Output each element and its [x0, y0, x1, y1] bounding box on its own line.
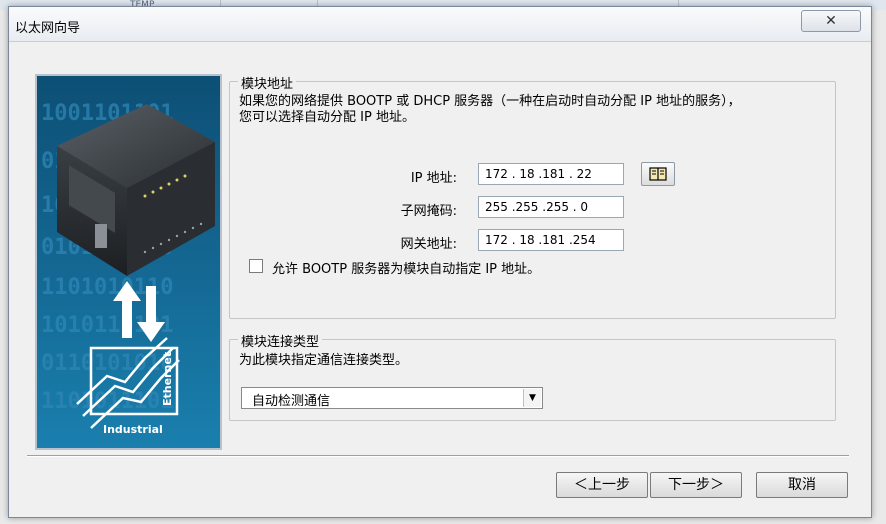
title-bar[interactable]: 以太网向导 ✕ — [9, 7, 871, 42]
connection-type-value: 自动检测通信 — [252, 394, 331, 409]
subnet-mask-field[interactable]: 255 .255 .255 . 0 — [478, 196, 624, 218]
gateway-label: 网关地址: — [400, 237, 457, 252]
footer-separator — [27, 455, 849, 457]
address-description-line2: 您可以选择自动分配 IP 地址。 — [239, 110, 415, 125]
binary-row: 0110101010 — [41, 351, 173, 376]
bootp-checkbox[interactable] — [249, 259, 263, 273]
book-icon — [649, 167, 667, 181]
cancel-button[interactable]: 取消 — [756, 472, 848, 498]
close-button[interactable]: ✕ — [801, 10, 861, 32]
bootp-checkbox-label[interactable]: 允许 BOOTP 服务器为模块自动指定 IP 地址。 — [272, 258, 540, 277]
connection-type-select[interactable]: 自动检测通信 ▼ — [241, 387, 543, 409]
close-icon: ✕ — [825, 13, 837, 29]
group-title-connection-type: 模块连接类型 — [238, 331, 323, 350]
dialog-title: 以太网向导 — [15, 21, 81, 36]
connection-description: 为此模块指定通信连接类型。 — [239, 353, 409, 368]
subnet-mask-label: 子网掩码: — [400, 204, 457, 219]
ethernet-wizard-dialog: 以太网向导 ✕ 1001101101 1101010110 1010110101… — [8, 6, 872, 518]
gateway-field[interactable]: 172 . 18 .181 .254 — [478, 229, 624, 251]
back-button[interactable]: ＜上一步 — [556, 472, 648, 498]
ip-address-field[interactable]: 172 . 18 .181 . 22 — [478, 163, 624, 185]
address-description-line1: 如果您的网络提供 BOOTP 或 DHCP 服务器（一种在启动时自动分配 IP … — [239, 94, 741, 109]
dialog-content: 1001101101 0110100110 1010011001 0101101… — [9, 42, 871, 517]
chevron-down-icon[interactable]: ▼ — [523, 389, 541, 407]
ip-address-label: IP 地址: — [410, 171, 457, 186]
next-button[interactable]: 下一步＞ — [650, 472, 742, 498]
module-address-group: 模块地址 如果您的网络提供 BOOTP 或 DHCP 服务器（一种在启动时自动分… — [229, 73, 836, 319]
connection-type-group: 模块连接类型 为此模块指定通信连接类型。 自动检测通信 ▼ — [229, 331, 836, 421]
logo-text-industrial: Industrial — [103, 423, 163, 436]
address-book-button[interactable] — [641, 162, 675, 186]
logo-text-ethernet: Ethernet — [161, 352, 174, 406]
group-title-module-address: 模块地址 — [238, 73, 297, 92]
ethernet-illustration: 1001101101 0110100110 1010011001 0101101… — [35, 74, 222, 450]
